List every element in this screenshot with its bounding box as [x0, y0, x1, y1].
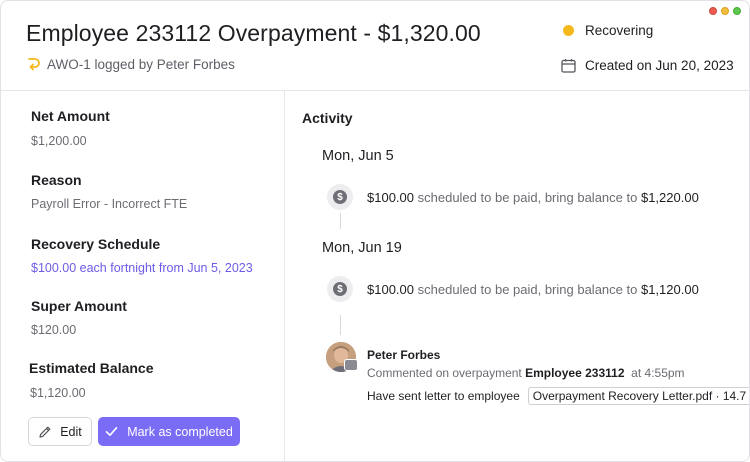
activity-item: $ $100.00 scheduled to be paid, bring ba…	[327, 276, 699, 302]
activity-balance: $1,120.00	[640, 281, 699, 297]
calendar-icon	[561, 59, 576, 73]
overpayment-header: Employee 233112 Overpayment - $1,320.00 …	[1, 1, 749, 91]
reason-value: Payroll Error - Incorrect FTE	[31, 197, 188, 211]
estimated-balance-label: Estimated Balance	[29, 360, 154, 376]
activity-item: $ $100.00 scheduled to be paid, bring ba…	[327, 184, 699, 210]
checkmark-icon	[105, 427, 118, 436]
mark-completed-button[interactable]: Mark as completed	[98, 417, 240, 446]
comment-meta: Commented on overpayment Employee 233112…	[367, 366, 685, 380]
logged-by-text: AWO-1 logged by Peter Forbes	[47, 56, 235, 72]
activity-text: scheduled to be paid, bring balance to	[417, 281, 638, 297]
comment-text: Have sent letter to employee	[367, 389, 520, 403]
timeline-connector	[340, 213, 341, 229]
activity-amount: $100.00	[367, 281, 414, 297]
comment-badge-icon	[344, 359, 358, 371]
super-amount-value: $120.00	[31, 323, 77, 337]
activity-balance: $1,220.00	[640, 189, 699, 205]
activity-amount: $100.00	[367, 189, 414, 205]
page-title: Employee 233112 Overpayment - $1,320.00	[26, 20, 481, 46]
reason-label: Reason	[31, 172, 82, 188]
dollar-icon: $	[327, 184, 353, 210]
created-date: Created on Jun 20, 2023	[561, 58, 734, 73]
estimated-balance-value: $1,120.00	[30, 386, 86, 400]
comment-subject: Employee 233112	[525, 366, 625, 380]
recovery-schedule-label: Recovery Schedule	[31, 236, 161, 252]
net-amount-value: $1,200.00	[31, 134, 87, 148]
app-window: Employee 233112 Overpayment - $1,320.00 …	[0, 0, 750, 462]
activity-date-heading: Mon, Jun 5	[322, 148, 394, 164]
status-badge: Recovering	[563, 23, 653, 38]
recovery-schedule-value[interactable]: $100.00 each fortnight from Jun 5, 2023	[31, 261, 253, 275]
comment-meta-prefix: Commented on overpayment	[367, 366, 522, 380]
super-amount-label: Super Amount	[31, 298, 127, 314]
status-dot-icon	[563, 25, 574, 36]
activity-heading: Activity	[302, 110, 353, 126]
status-text: Recovering	[585, 23, 654, 38]
edit-button-label: Edit	[60, 424, 82, 439]
activity-date-heading: Mon, Jun 19	[322, 240, 402, 256]
details-panel: Net Amount $1,200.00 Reason Payroll Erro…	[1, 91, 285, 461]
created-date-text: Created on Jun 20, 2023	[585, 58, 734, 73]
dollar-icon: $	[327, 276, 353, 302]
net-amount-label: Net Amount	[31, 108, 110, 124]
comment-body: Have sent letter to employee Overpayment…	[367, 387, 749, 405]
comment-time: at 4:55pm	[631, 366, 685, 380]
attachment-link[interactable]: Overpayment Recovery Letter.pdf · 14.7 K…	[527, 387, 749, 405]
pencil-icon	[39, 426, 51, 438]
logged-by-line: AWO-1 logged by Peter Forbes	[26, 56, 235, 72]
mark-completed-label: Mark as completed	[127, 424, 233, 439]
activity-text: scheduled to be paid, bring balance to	[417, 189, 638, 205]
edit-button[interactable]: Edit	[28, 417, 92, 446]
timeline-connector	[340, 315, 341, 335]
comment-author: Peter Forbes	[367, 348, 441, 362]
return-arrow-icon	[28, 58, 40, 71]
activity-panel: Activity Mon, Jun 5 $ $100.00 scheduled …	[286, 91, 749, 461]
